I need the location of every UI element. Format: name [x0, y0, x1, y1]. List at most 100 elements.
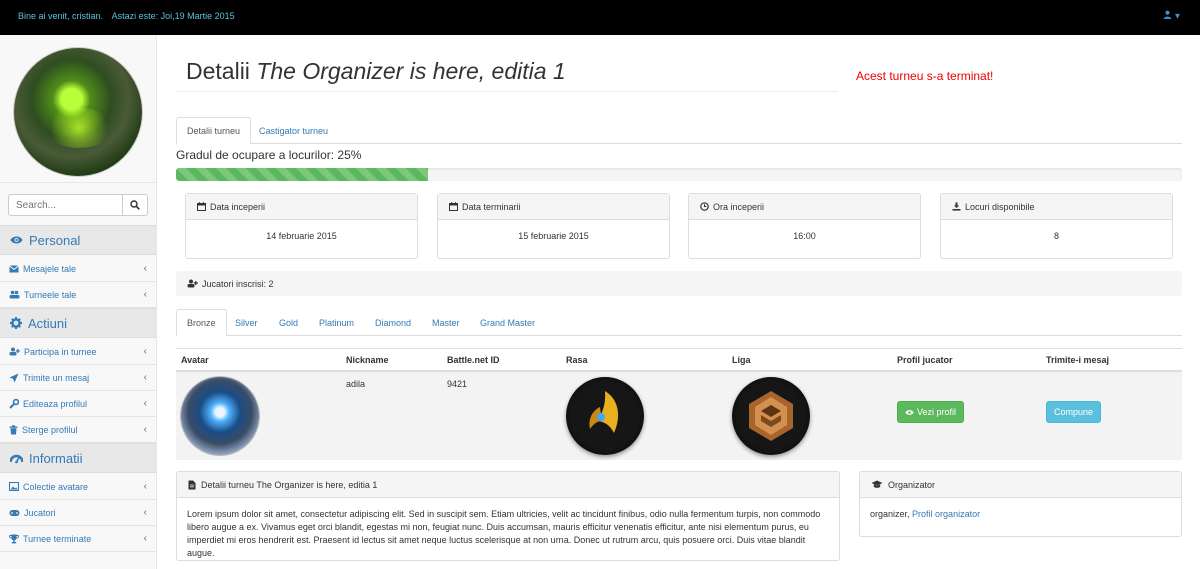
dashboard-icon — [10, 454, 23, 463]
table-row: adila 9421 Vezi profil Compune — [176, 372, 1182, 460]
trophy-icon — [9, 534, 19, 543]
card-value: 14 februarie 2015 — [266, 231, 337, 241]
chevron-down-icon: ▾ — [1174, 11, 1180, 22]
column-header-rasa: Rasa — [566, 355, 588, 365]
card-locuri-disponibile: Locuri disponibile 8 — [940, 193, 1173, 259]
sidebar-item-turnee-terminate[interactable]: Turnee terminate ‹ — [0, 526, 156, 552]
sidebar-item-label: Turneele tale — [24, 289, 77, 300]
chevron-left-icon: ‹ — [143, 398, 147, 409]
search-button[interactable] — [123, 194, 148, 216]
image-icon — [9, 482, 19, 491]
tab-detalii-turneu[interactable]: Detalii turneu — [176, 117, 252, 145]
user-avatar-area — [0, 35, 156, 183]
organizer-panel: Organizator organizer, Profil organizato… — [859, 471, 1182, 537]
calendar-icon — [449, 202, 458, 211]
user-menu[interactable]: ▾ — [1163, 10, 1180, 22]
column-header-trimite-mesaj: Trimite-i mesaj — [1046, 355, 1110, 365]
envelope-icon — [9, 264, 19, 272]
graduation-cap-icon — [871, 480, 883, 488]
page-title: Detalii The Organizer is here, editia 1 — [186, 58, 566, 85]
player-avatar — [181, 377, 259, 455]
organizer-name: organizer, — [870, 509, 910, 519]
card-value: 16:00 — [793, 231, 816, 241]
sidebar-item-editeaza-profilul[interactable]: Editeaza profilul ‹ — [0, 391, 156, 417]
column-header-liga: Liga — [732, 355, 751, 365]
users-icon — [9, 290, 20, 299]
section-title: Informatii — [29, 450, 83, 466]
chevron-left-icon: ‹ — [143, 346, 147, 357]
paper-plane-icon — [9, 373, 19, 382]
sidebar-section-actiuni: Actiuni — [0, 308, 156, 338]
sidebar-item-label: Editeaza profilul — [23, 398, 88, 409]
tab-silver[interactable]: Silver — [225, 309, 268, 336]
wrench-icon — [9, 398, 19, 409]
card-label: Ora inceperii — [713, 201, 765, 212]
league-bronze-icon — [732, 377, 810, 455]
column-header-avatar: Avatar — [181, 355, 209, 365]
chevron-left-icon: ‹ — [143, 289, 147, 300]
tab-castigator-turneu[interactable]: Castigator turneu — [249, 117, 338, 144]
tab-gold[interactable]: Gold — [269, 309, 308, 336]
title-divider — [176, 91, 838, 92]
clock-icon — [700, 202, 709, 211]
card-label: Data terminarii — [462, 201, 521, 212]
card-value: 8 — [1053, 231, 1059, 241]
sidebar-item-label: Participa in turnee — [24, 346, 97, 357]
card-label: Locuri disponibile — [965, 201, 1035, 212]
panel-title: Detalii turneu The Organizer is here, ed… — [201, 479, 378, 490]
column-header-nickname: Nickname — [346, 355, 389, 365]
welcome-text: Bine ai venit, cristian. Astazi este: Jo… — [18, 11, 235, 21]
download-icon — [952, 202, 961, 211]
compose-message-button[interactable]: Compune — [1046, 401, 1101, 423]
current-date: Astazi este: Joi,19 Martie 2015 — [111, 11, 235, 21]
race-protoss-icon — [566, 377, 644, 455]
tournament-tabs: Detalii turneu Castigator turneu — [176, 117, 1182, 145]
eye-icon — [10, 236, 23, 244]
sidebar-item-mesajele-tale[interactable]: Mesajele tale ‹ — [0, 256, 156, 282]
sidebar-item-trimite-un-mesaj[interactable]: Trimite un mesaj ‹ — [0, 365, 156, 391]
top-navbar: Bine ai venit, cristian. Astazi este: Jo… — [0, 0, 1200, 35]
tournament-status: Acest turneu s-a terminat! — [856, 69, 994, 83]
chevron-left-icon: ‹ — [143, 533, 147, 544]
tab-bronze[interactable]: Bronze — [176, 309, 227, 337]
tab-grand-master[interactable]: Grand Master — [470, 309, 545, 336]
sidebar-item-turneele-tale[interactable]: Turneele tale ‹ — [0, 282, 156, 308]
search-input[interactable] — [8, 194, 123, 216]
occupancy-label: Gradul de ocupare a locurilor: 25% — [176, 148, 362, 162]
card-value: 15 februarie 2015 — [518, 231, 589, 241]
tab-master[interactable]: Master — [422, 309, 470, 336]
chevron-left-icon: ‹ — [143, 481, 147, 492]
tournament-description: Lorem ipsum dolor sit amet, consectetur … — [187, 509, 821, 558]
sidebar-item-label: Mesajele tale — [23, 263, 77, 274]
sidebar-section-personal: Personal — [0, 225, 156, 255]
sidebar-item-participa-in-turnee[interactable]: Participa in turnee ‹ — [0, 339, 156, 365]
sidebar-item-sterge-profilul[interactable]: Sterge profilul ‹ — [0, 417, 156, 443]
gamepad-icon — [9, 509, 20, 516]
tournament-details-panel: Detalii turneu The Organizer is here, ed… — [176, 471, 840, 561]
registered-players-bar: Jucatori inscrisi: 2 — [176, 271, 1182, 296]
sidebar-item-colectie-avatare[interactable]: Colectie avatare ‹ — [0, 474, 156, 500]
file-icon — [188, 480, 196, 489]
sidebar-item-label: Trimite un mesaj — [23, 372, 90, 383]
view-profile-button[interactable]: Vezi profil — [897, 401, 964, 423]
sidebar-item-jucatori[interactable]: Jucatori ‹ — [0, 500, 156, 526]
registered-players-count: Jucatori inscrisi: 2 — [202, 278, 274, 289]
sidebar-item-label: Jucatori — [24, 507, 56, 518]
occupancy-progress — [176, 168, 1182, 181]
user-plus-icon — [187, 279, 198, 288]
sidebar: Personal Mesajele tale ‹ Turneele tale ‹… — [0, 35, 157, 569]
chevron-left-icon: ‹ — [143, 507, 147, 518]
chevron-left-icon: ‹ — [143, 372, 147, 383]
organizer-profile-link[interactable]: Profil organizator — [912, 509, 980, 519]
calendar-icon — [197, 202, 206, 211]
league-tabs: Bronze Silver Gold Platinum Diamond Mast… — [176, 309, 1182, 337]
sidebar-item-label: Turnee terminate — [23, 533, 92, 544]
user-icon — [1163, 10, 1172, 19]
tab-platinum[interactable]: Platinum — [309, 309, 364, 336]
table-header: Avatar Nickname Battle.net ID Rasa Liga … — [176, 348, 1182, 372]
progress-bar-fill — [176, 168, 428, 181]
search-icon — [130, 200, 140, 210]
tab-diamond[interactable]: Diamond — [365, 309, 421, 336]
user-avatar[interactable] — [14, 48, 142, 176]
sidebar-section-informatii: Informatii — [0, 443, 156, 473]
